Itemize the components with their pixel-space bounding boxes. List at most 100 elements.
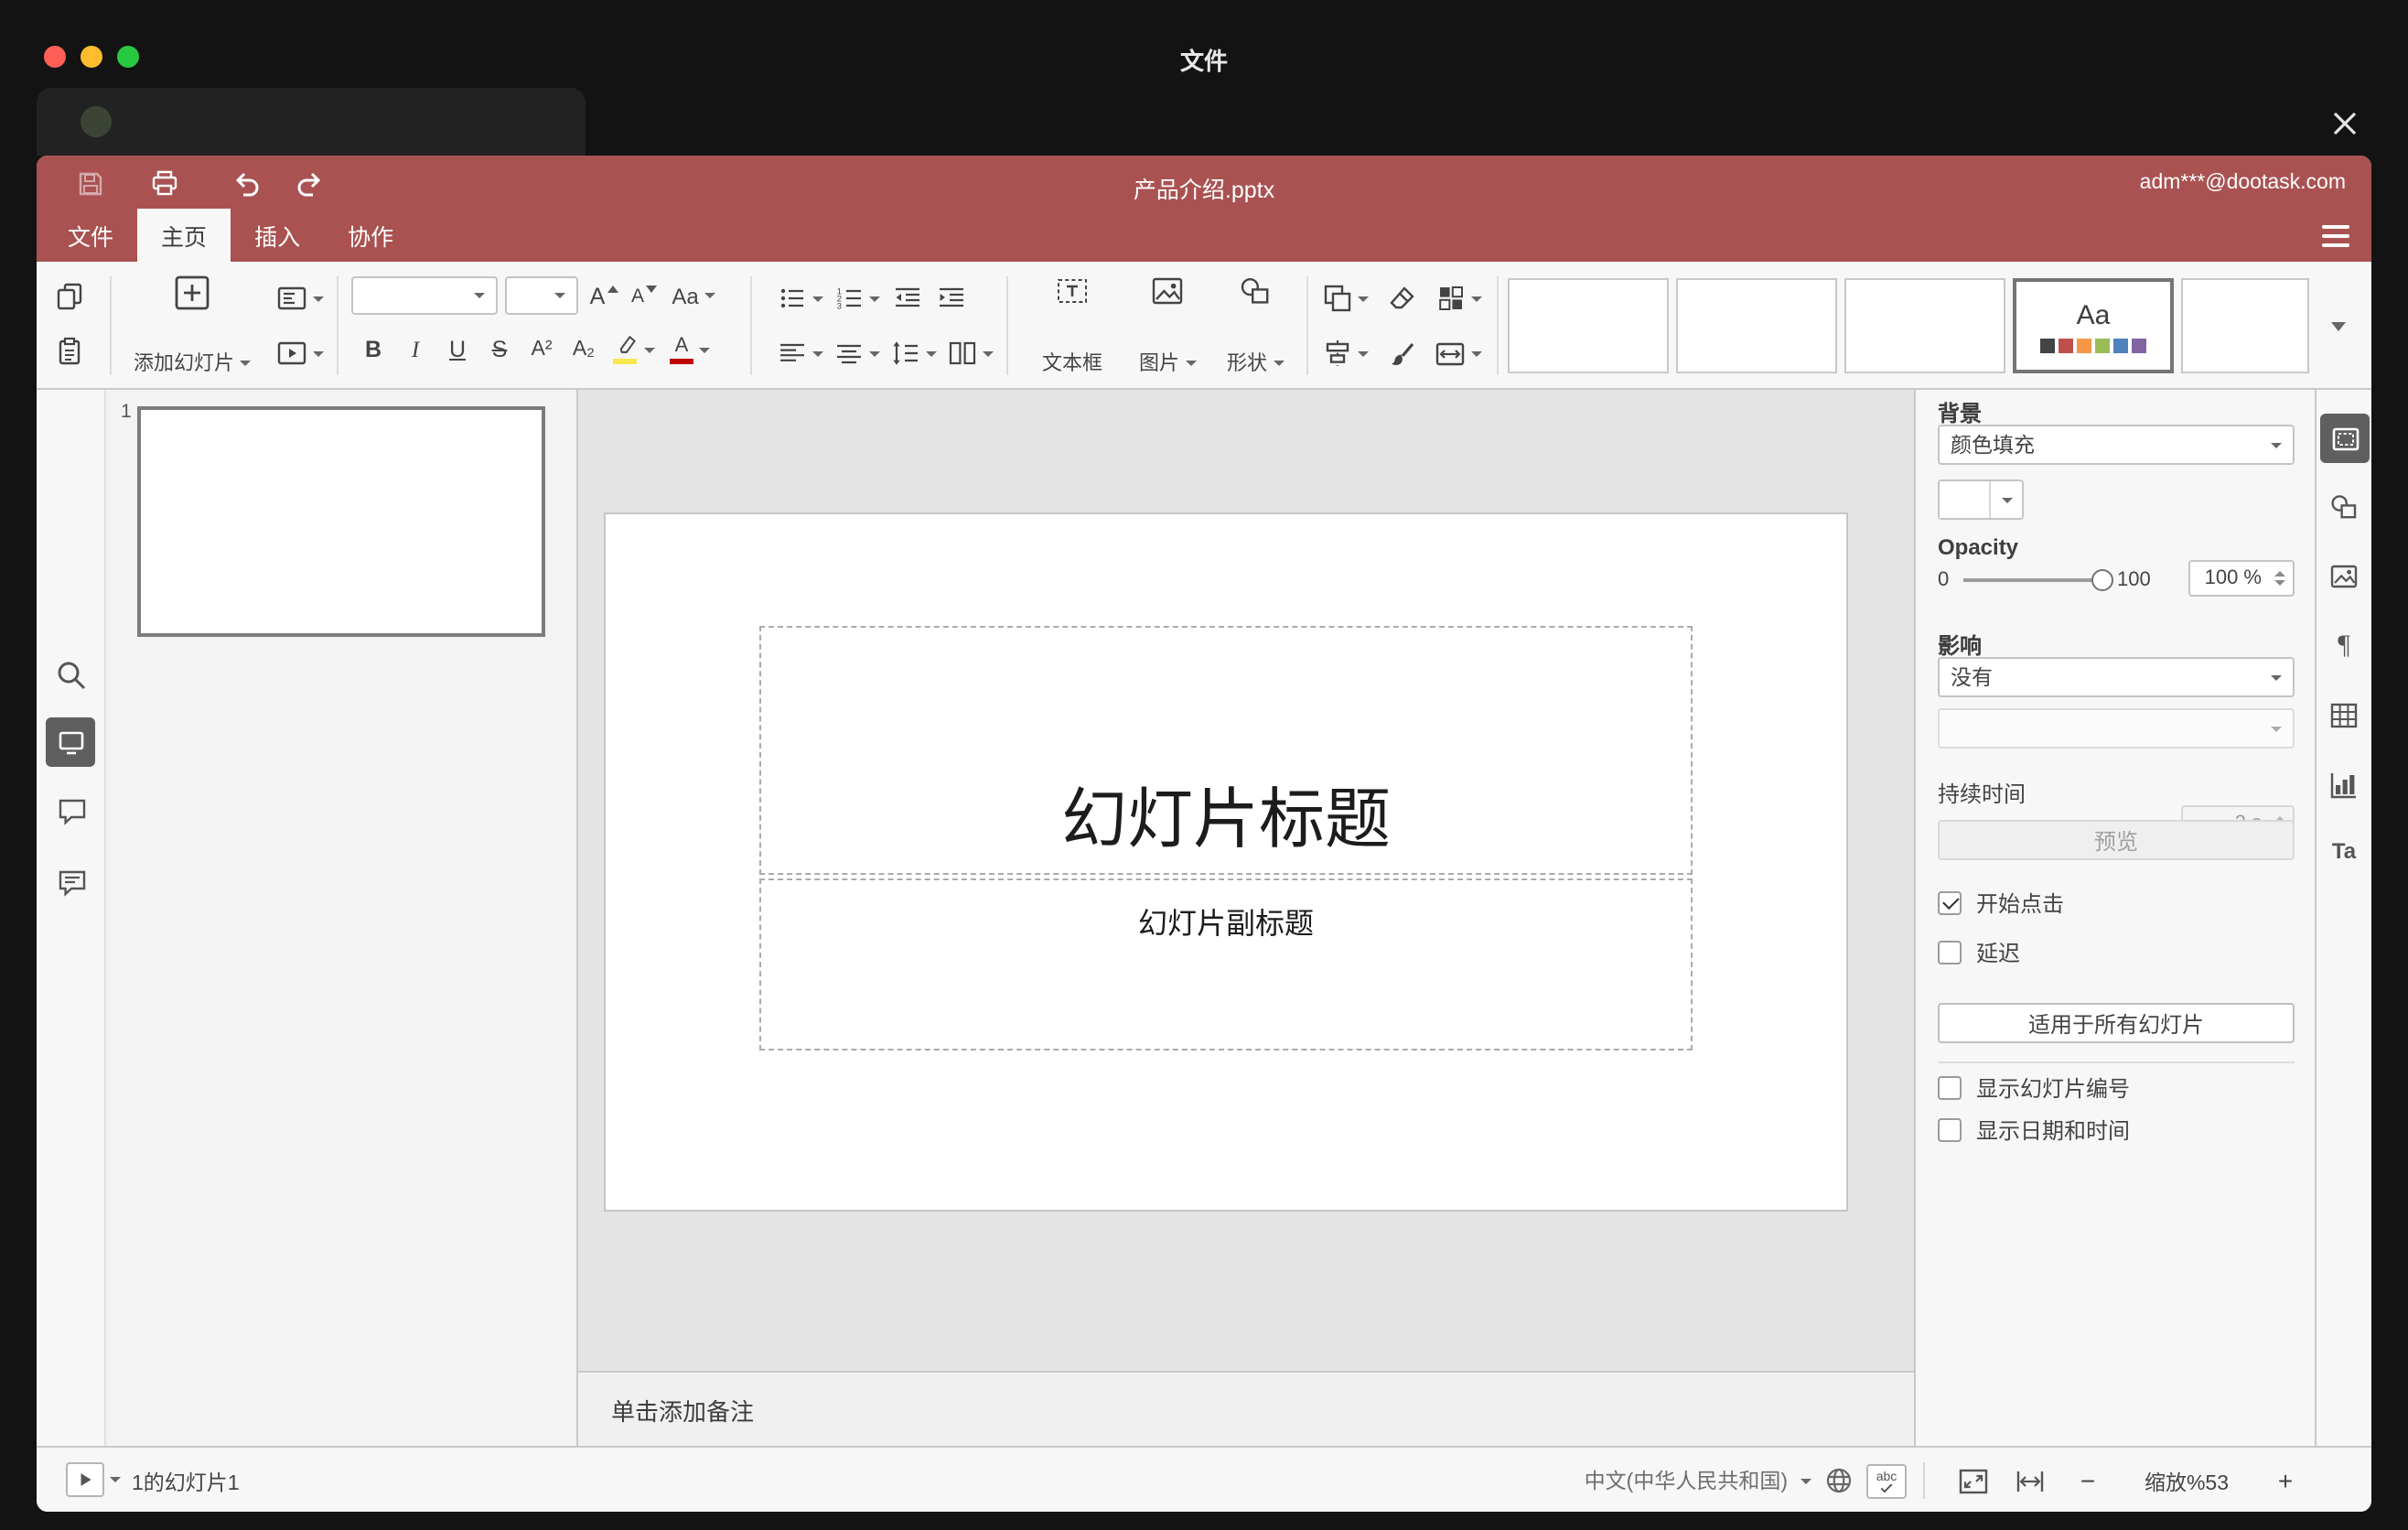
start-slideshow-button[interactable] — [271, 333, 329, 373]
font-size-select[interactable] — [505, 276, 578, 315]
undo-button[interactable] — [231, 167, 263, 199]
copy-style-button[interactable] — [1380, 333, 1424, 373]
strikethrough-button[interactable]: S — [481, 329, 518, 370]
decrease-indent-button[interactable] — [889, 278, 926, 318]
slide-size-button[interactable] — [1431, 333, 1486, 373]
theme-item-selected[interactable]: Aa — [2013, 278, 2174, 373]
bold-button[interactable]: B — [355, 329, 392, 370]
decrement-font-size-button[interactable]: A — [626, 276, 662, 315]
zoom-out-button[interactable]: − — [2068, 1462, 2108, 1499]
tab-insert[interactable]: 插入 — [231, 209, 324, 262]
italic-button[interactable]: I — [397, 329, 434, 370]
tab-home[interactable]: 主页 — [137, 209, 231, 262]
zoom-in-button[interactable]: + — [2265, 1462, 2306, 1499]
start-on-click-checkbox[interactable] — [1938, 890, 1962, 914]
tab-file[interactable]: 文件 — [44, 209, 137, 262]
copy-button[interactable] — [48, 275, 91, 318]
theme-item[interactable] — [1508, 278, 1669, 373]
set-language-button[interactable] — [1824, 1466, 1854, 1495]
add-slide-label: 添加幻灯片 — [134, 353, 234, 375]
slide-thumbnail[interactable] — [137, 406, 545, 637]
text-art-settings-button[interactable]: Ta — [2322, 829, 2366, 873]
font-name-select[interactable] — [351, 276, 498, 315]
slide-layout-button[interactable] — [271, 278, 329, 318]
effect-type-select[interactable] — [1938, 708, 2295, 749]
subscript-button[interactable]: A₂ — [565, 329, 602, 370]
increase-indent-button[interactable] — [933, 278, 970, 318]
slides-panel-button[interactable] — [46, 717, 95, 767]
paste-button[interactable] — [48, 329, 91, 373]
bullets-button[interactable] — [776, 278, 825, 318]
slide-thumbnail-number: 1 — [121, 401, 132, 423]
tab-bar: 文件 主页 插入 协作 — [44, 209, 417, 262]
opacity-input[interactable]: 100 % — [2188, 560, 2295, 597]
highlight-color-button[interactable] — [607, 329, 659, 370]
menu-button[interactable] — [2322, 209, 2349, 262]
opacity-slider-knob[interactable] — [2091, 569, 2113, 591]
dialog-close-button[interactable] — [2324, 102, 2364, 143]
show-date-time-checkbox[interactable] — [1938, 1117, 1962, 1141]
insert-image-button[interactable]: 图片 — [1127, 267, 1208, 384]
horizontal-align-button[interactable] — [776, 333, 825, 373]
paragraph-settings-button[interactable]: ¶ — [2322, 624, 2366, 668]
theme-item[interactable] — [1676, 278, 1837, 373]
add-slide-button[interactable]: 添加幻灯片 — [121, 267, 263, 384]
columns-button[interactable] — [946, 333, 995, 373]
spinner-arrows-icon[interactable] — [2274, 562, 2285, 595]
show-slide-number-checkbox[interactable] — [1938, 1075, 1962, 1099]
tab-collaboration[interactable]: 协作 — [324, 209, 417, 262]
chevron-down-icon — [313, 350, 324, 356]
superscript-button[interactable]: A² — [523, 329, 560, 370]
slide[interactable]: 幻灯片标题 幻灯片副标题 — [606, 514, 1846, 1210]
align-shape-button[interactable] — [1317, 333, 1372, 373]
clear-style-button[interactable] — [1380, 278, 1424, 318]
theme-gallery: Aa — [1508, 276, 2309, 375]
vertical-align-button[interactable] — [833, 333, 882, 373]
search-button[interactable] — [49, 653, 93, 697]
save-button[interactable] — [73, 167, 106, 199]
effect-select[interactable]: 没有 — [1938, 657, 2295, 697]
numbering-button[interactable]: 123 — [833, 278, 882, 318]
title-placeholder[interactable]: 幻灯片标题 — [759, 626, 1693, 875]
increment-font-size-button[interactable]: A — [586, 276, 622, 315]
theme-gallery-expand-button[interactable] — [2317, 276, 2360, 375]
theme-item[interactable] — [1844, 278, 2005, 373]
theme-item[interactable] — [2181, 278, 2309, 373]
comments-button[interactable] — [49, 789, 93, 833]
font-color-button[interactable]: A — [664, 329, 715, 370]
duration-label: 持续时间 — [1938, 781, 2026, 807]
table-settings-button[interactable] — [2322, 694, 2366, 738]
feedback-button[interactable] — [49, 860, 93, 904]
arrow-down-icon — [646, 286, 657, 293]
slide-settings-button[interactable] — [2320, 414, 2370, 463]
background-label: 背景 — [1938, 401, 1983, 426]
delay-checkbox[interactable] — [1938, 940, 1962, 964]
image-icon — [1151, 275, 1184, 307]
color-scheme-button[interactable] — [1431, 278, 1486, 318]
opacity-slider[interactable] — [1963, 569, 2113, 591]
language-select[interactable]: 中文(中华人民共和国) — [1585, 1466, 1788, 1495]
fill-type-select[interactable]: 颜色填充 — [1938, 425, 2295, 465]
chevron-down-icon — [926, 350, 937, 356]
insert-shape-button[interactable]: 形状 — [1215, 267, 1295, 384]
notes-bar[interactable]: 单击添加备注 — [578, 1371, 1914, 1446]
insert-textbox-button[interactable]: 文本框 — [1025, 267, 1120, 384]
chart-settings-button[interactable] — [2322, 763, 2366, 807]
fill-color-select[interactable] — [1938, 479, 2024, 520]
spellcheck-button[interactable]: abc — [1866, 1463, 1907, 1498]
fit-width-button[interactable] — [2007, 1462, 2051, 1499]
shape-settings-button[interactable] — [2322, 485, 2366, 529]
arrange-shape-button[interactable] — [1317, 278, 1372, 318]
apply-to-all-button[interactable]: 适用于所有幻灯片 — [1938, 1003, 2295, 1043]
subtitle-placeholder[interactable]: 幻灯片副标题 — [759, 878, 1693, 1051]
image-settings-button[interactable] — [2322, 555, 2366, 598]
change-case-button[interactable]: Aa — [666, 276, 721, 315]
preview-button[interactable]: 预览 — [1938, 820, 2295, 860]
fit-slide-button[interactable] — [1951, 1462, 1994, 1499]
start-slideshow-status-button[interactable] — [66, 1462, 121, 1497]
redo-button[interactable] — [293, 167, 326, 199]
line-spacing-button[interactable] — [889, 333, 939, 373]
chevron-down-icon — [240, 360, 251, 365]
print-button[interactable] — [148, 167, 181, 199]
underline-button[interactable]: U — [439, 329, 476, 370]
